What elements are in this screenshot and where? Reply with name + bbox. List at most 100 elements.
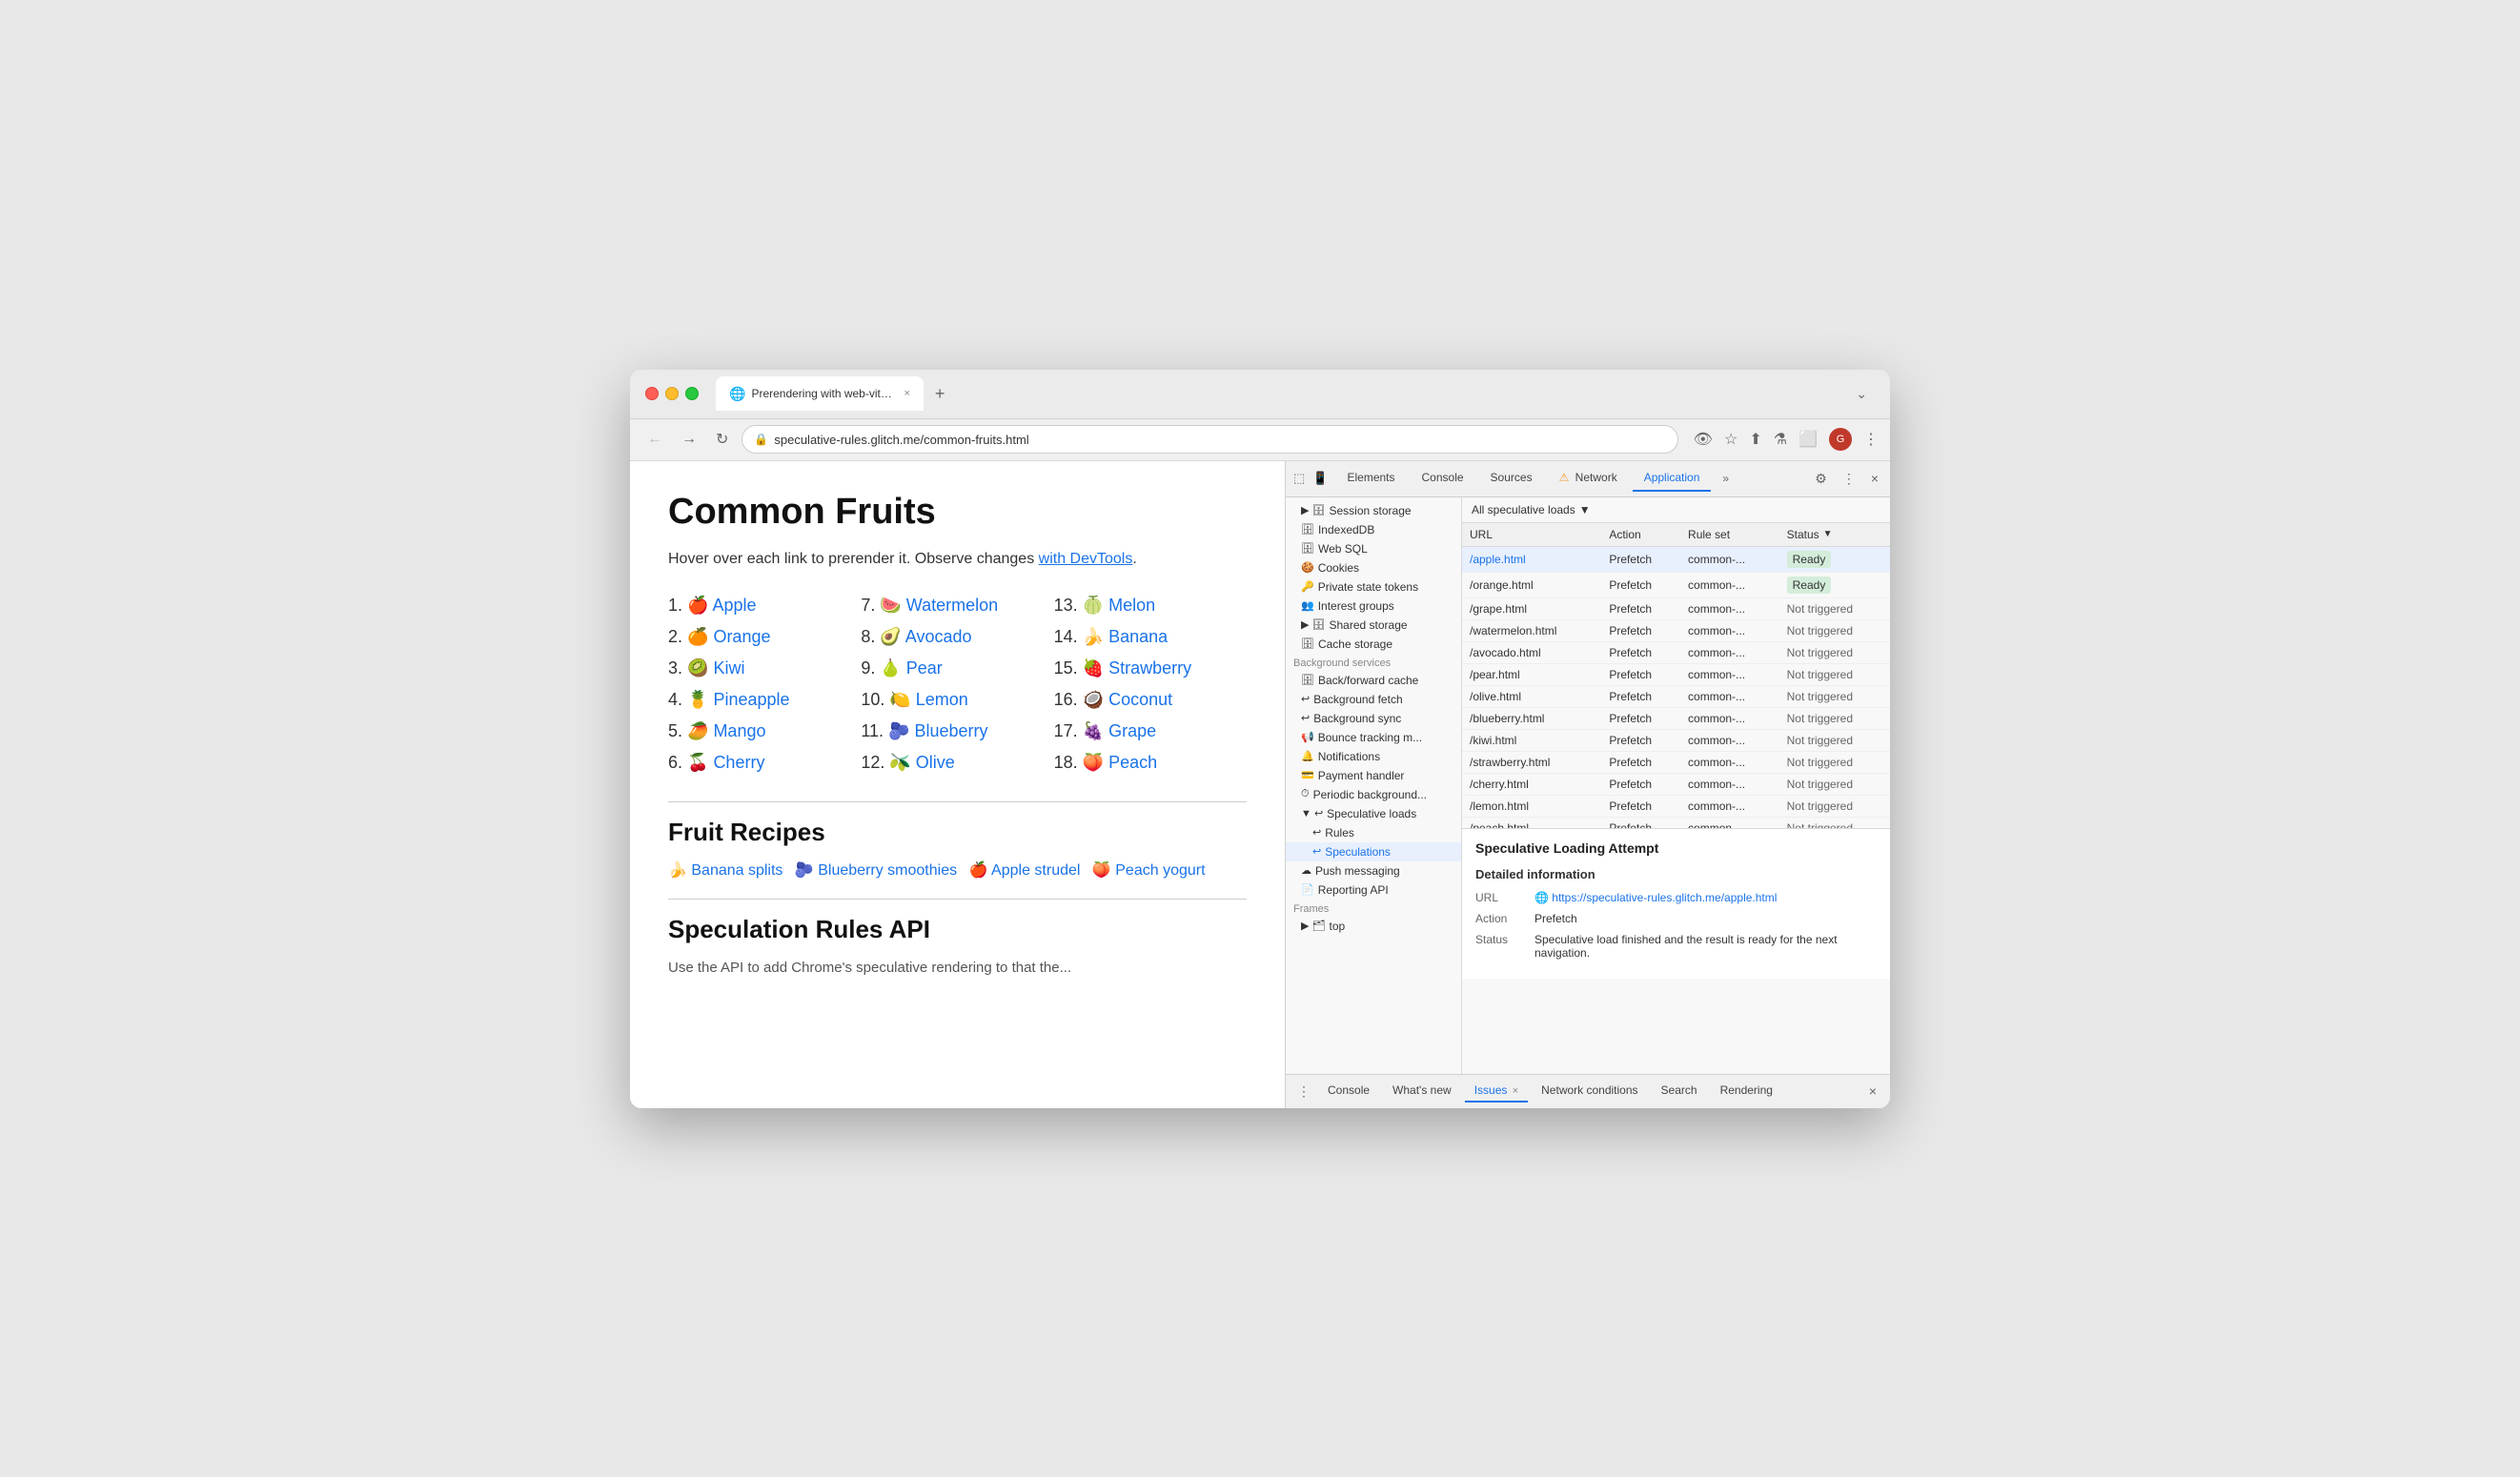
tab-network[interactable]: ⚠ Network	[1548, 465, 1629, 492]
tab-console[interactable]: Console	[1411, 465, 1475, 492]
minimize-button[interactable]	[665, 387, 679, 400]
fruit-link[interactable]: Blueberry	[914, 721, 987, 740]
devtools-settings-icon[interactable]: ⚙	[1811, 469, 1831, 489]
table-row[interactable]: /cherry.htmlPrefetchcommon-...Not trigge…	[1462, 773, 1890, 795]
new-tab-button[interactable]: +	[927, 380, 953, 408]
bottom-menu-icon[interactable]: ⋮	[1293, 1082, 1314, 1102]
table-row[interactable]: /orange.htmlPrefetchcommon-...Ready	[1462, 572, 1890, 597]
issues-close-icon[interactable]: ×	[1513, 1085, 1518, 1097]
table-row[interactable]: /lemon.htmlPrefetchcommon-...Not trigger…	[1462, 795, 1890, 817]
fruit-link[interactable]: Lemon	[916, 690, 968, 709]
fruit-link[interactable]: Apple	[712, 596, 756, 615]
tree-item[interactable]: 📄 Reporting API	[1286, 880, 1461, 900]
table-row[interactable]: /blueberry.htmlPrefetchcommon-...Not tri…	[1462, 707, 1890, 729]
bottom-tab-console[interactable]: Console	[1318, 1080, 1379, 1103]
tree-item[interactable]: 🗄 Cache storage	[1286, 635, 1461, 654]
tree-item[interactable]: ▼ ↩ Speculative loads	[1286, 804, 1461, 823]
fruit-link[interactable]: Coconut	[1108, 690, 1172, 709]
hide-icon[interactable]: 👁	[1694, 430, 1713, 449]
recipe-link[interactable]: 🫐 Blueberry smoothies	[795, 862, 957, 879]
tree-item[interactable]: ↩ Background fetch	[1286, 690, 1461, 709]
tab-dropdown-button[interactable]: ⌄	[1848, 382, 1875, 406]
tree-item[interactable]: 🔑 Private state tokens	[1286, 577, 1461, 597]
tab-elements[interactable]: Elements	[1335, 465, 1406, 492]
fruit-link[interactable]: Melon	[1108, 596, 1155, 615]
tree-item[interactable]: ↩ Speculations	[1286, 842, 1461, 861]
fruit-link[interactable]: Mango	[713, 721, 765, 740]
recipe-link[interactable]: 🍌 Banana splits	[668, 862, 782, 879]
tab-close-button[interactable]: ×	[904, 388, 909, 399]
speculative-loads-table-container[interactable]: URL Action Rule set Status ▼ /apple.html…	[1462, 523, 1890, 828]
table-row[interactable]: /peach.htmlPrefetchcommon-...Not trigger…	[1462, 817, 1890, 828]
tree-item[interactable]: 🗄 Web SQL	[1286, 539, 1461, 558]
table-row[interactable]: /grape.htmlPrefetchcommon-...Not trigger…	[1462, 597, 1890, 619]
extensions-icon[interactable]: ⚗	[1774, 430, 1787, 449]
menu-icon[interactable]: ⋮	[1863, 430, 1879, 449]
tree-item[interactable]: ▶ 🗄 Session storage	[1286, 501, 1461, 520]
recipe-link[interactable]: 🍎 Apple strudel	[969, 862, 1081, 879]
browser-tab[interactable]: 🌐 Prerendering with web-vitals... ×	[716, 376, 924, 411]
tab-more-button[interactable]: »	[1715, 468, 1737, 489]
tree-item[interactable]: 💳 Payment handler	[1286, 766, 1461, 785]
table-row[interactable]: /apple.htmlPrefetchcommon-...Ready	[1462, 546, 1890, 572]
fruit-link[interactable]: Pineapple	[713, 690, 789, 709]
fruit-link[interactable]: Grape	[1108, 721, 1156, 740]
bottom-close-button[interactable]: ×	[1863, 1082, 1882, 1101]
tree-item[interactable]: ↩ Rules	[1286, 823, 1461, 842]
tree-item[interactable]: 🗄 IndexedDB	[1286, 520, 1461, 539]
address-bar[interactable]: 🔒 speculative-rules.glitch.me/common-fru…	[742, 425, 1677, 454]
tab-application[interactable]: Application	[1633, 465, 1712, 492]
devtools-inspect-icon[interactable]: ⬚	[1293, 471, 1305, 486]
devtools-device-icon[interactable]: 📱	[1312, 471, 1328, 486]
tree-item[interactable]: 👥 Interest groups	[1286, 597, 1461, 616]
split-view-icon[interactable]: ⬜	[1799, 430, 1818, 449]
table-row[interactable]: /strawberry.htmlPrefetchcommon-...Not tr…	[1462, 751, 1890, 773]
tree-item[interactable]: ↩ Background sync	[1286, 709, 1461, 728]
fruit-link[interactable]: Kiwi	[713, 658, 744, 678]
table-row[interactable]: /avocado.htmlPrefetchcommon-...Not trigg…	[1462, 641, 1890, 663]
recipe-link[interactable]: 🍑 Peach yogurt	[1092, 862, 1206, 879]
back-button[interactable]: ←	[641, 427, 668, 452]
tree-item[interactable]: ☁ Push messaging	[1286, 861, 1461, 880]
share-icon[interactable]: ⬆	[1749, 430, 1761, 449]
fruit-link[interactable]: Cherry	[713, 753, 764, 772]
table-row[interactable]: /watermelon.htmlPrefetchcommon-...Not tr…	[1462, 619, 1890, 641]
devtools-more-icon[interactable]: ⋮	[1839, 469, 1860, 489]
tree-item[interactable]: ▶ 🗄 Shared storage	[1286, 616, 1461, 635]
tree-item[interactable]: 🗄 Back/forward cache	[1286, 671, 1461, 690]
tree-item[interactable]: ▶ 🗂 top	[1286, 917, 1461, 936]
devtools-close-icon[interactable]: ×	[1867, 469, 1882, 488]
fruit-link[interactable]: Avocado	[905, 627, 972, 646]
reload-button[interactable]: ↻	[710, 426, 734, 453]
bottom-tab-whatsnew[interactable]: What's new	[1383, 1080, 1461, 1103]
bottom-tab-search[interactable]: Search	[1652, 1080, 1707, 1103]
tree-item[interactable]: 🔔 Notifications	[1286, 747, 1461, 766]
bookmark-icon[interactable]: ☆	[1724, 430, 1738, 449]
bottom-tab-issues[interactable]: Issues ×	[1465, 1080, 1528, 1103]
bottom-tab-rendering[interactable]: Rendering	[1711, 1080, 1782, 1103]
forward-button[interactable]: →	[676, 427, 702, 452]
bottom-tab-network-conditions[interactable]: Network conditions	[1532, 1080, 1647, 1103]
tab-sources[interactable]: Sources	[1479, 465, 1544, 492]
fruit-link[interactable]: Olive	[916, 753, 955, 772]
tree-item[interactable]: 🍪 Cookies	[1286, 558, 1461, 577]
fruit-link[interactable]: Banana	[1108, 627, 1168, 646]
table-row[interactable]: /olive.htmlPrefetchcommon-...Not trigger…	[1462, 685, 1890, 707]
fruit-link[interactable]: Pear	[906, 658, 943, 678]
filter-dropdown[interactable]: All speculative loads ▼	[1472, 503, 1591, 516]
close-button[interactable]	[645, 387, 659, 400]
devtools-link[interactable]: with DevTools	[1039, 551, 1133, 567]
avatar[interactable]: G	[1829, 428, 1852, 451]
cell-ruleset: common-...	[1680, 619, 1779, 641]
fruit-link[interactable]: Watermelon	[906, 596, 998, 615]
table-row[interactable]: /pear.htmlPrefetchcommon-...Not triggere…	[1462, 663, 1890, 685]
fruit-link[interactable]: Orange	[713, 627, 770, 646]
tree-item[interactable]: 📢 Bounce tracking m...	[1286, 728, 1461, 747]
fruit-link[interactable]: Peach	[1108, 753, 1157, 772]
tree-item[interactable]: ⏱ Periodic background...	[1286, 785, 1461, 804]
detail-url-link[interactable]: https://speculative-rules.glitch.me/appl…	[1552, 891, 1777, 904]
maximize-button[interactable]	[685, 387, 699, 400]
table-row[interactable]: /kiwi.htmlPrefetchcommon-...Not triggere…	[1462, 729, 1890, 751]
fruit-link[interactable]: Strawberry	[1108, 658, 1191, 678]
cell-ruleset: common-...	[1680, 729, 1779, 751]
